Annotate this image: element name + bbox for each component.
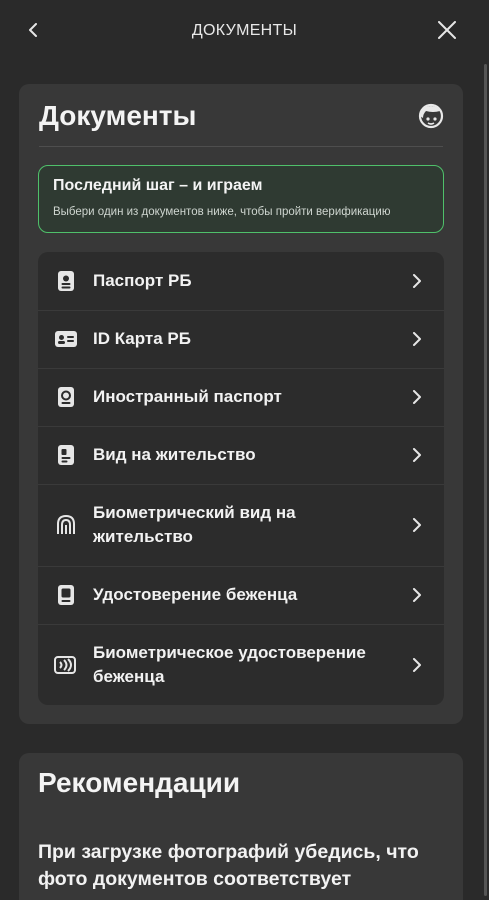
document-item-refugee-certificate[interactable]: Удостоверение беженца (38, 566, 444, 624)
banner-title: Последний шаг – и играем (53, 177, 263, 194)
top-bar: ДОКУМЕНТЫ (0, 0, 489, 62)
biometric-icon (57, 514, 75, 534)
document-item-biometric-refugee-certificate[interactable]: Биометрическое удостоверение беженца (38, 624, 444, 705)
document-item-foreign-passport[interactable]: Иностранный паспорт (38, 368, 444, 426)
document-list: Паспорт РБ ID Карта РБ Иностранный паспо… (38, 252, 444, 705)
recommendations-text: При загрузке фотографий убедись, что фот… (38, 841, 419, 890)
support-button[interactable] (417, 102, 445, 130)
page-title: ДОКУМЕНТЫ (191, 22, 298, 39)
biometric-contactless-icon (54, 656, 76, 674)
close-icon (438, 21, 456, 39)
document-item-label: Биометрическое удостоверение беженца (93, 643, 366, 686)
documents-card: Документы Последний шаг – и играем Выбер… (19, 84, 463, 724)
document-item-label: Паспорт РБ (93, 271, 192, 290)
chevron-right-icon (413, 588, 421, 602)
chevron-right-icon (413, 518, 421, 532)
document-item-label: Биометрический вид на жительство (93, 503, 296, 546)
scrollbar[interactable] (484, 64, 487, 896)
id-card-icon (55, 331, 77, 347)
document-item-id-card[interactable]: ID Карта РБ (38, 310, 444, 368)
support-face-icon (418, 103, 444, 129)
recommendations-card: Рекомендации При загрузке фотографий убе… (19, 753, 463, 900)
recommendations-title: Рекомендации (38, 767, 241, 798)
banner-subtitle: Выбери один из документов ниже, чтобы пр… (53, 206, 391, 218)
document-item-label: ID Карта РБ (93, 329, 191, 348)
document-item-label: Иностранный паспорт (93, 387, 282, 406)
document-item-passport[interactable]: Паспорт РБ (38, 252, 444, 310)
chevron-right-icon (413, 658, 421, 672)
refugee-certificate-icon (58, 585, 74, 605)
document-item-label: Удостоверение беженца (93, 585, 298, 604)
passport-icon (58, 271, 74, 291)
chevron-right-icon (413, 390, 421, 404)
residence-permit-icon (58, 445, 74, 465)
documents-title: Документы (39, 100, 197, 131)
document-item-residence-permit[interactable]: Вид на жительство (38, 426, 444, 484)
chevron-right-icon (413, 274, 421, 288)
chevron-left-icon (29, 23, 37, 37)
chevron-right-icon (413, 448, 421, 462)
verification-banner: Последний шаг – и играем Выбери один из … (38, 165, 444, 233)
chevron-right-icon (413, 332, 421, 346)
foreign-passport-icon (58, 387, 74, 407)
document-item-label: Вид на жительство (93, 445, 256, 464)
back-button[interactable] (22, 18, 46, 42)
close-button[interactable] (435, 18, 459, 42)
divider (39, 146, 443, 147)
document-item-biometric-residence-permit[interactable]: Биометрический вид на жительство (38, 484, 444, 566)
